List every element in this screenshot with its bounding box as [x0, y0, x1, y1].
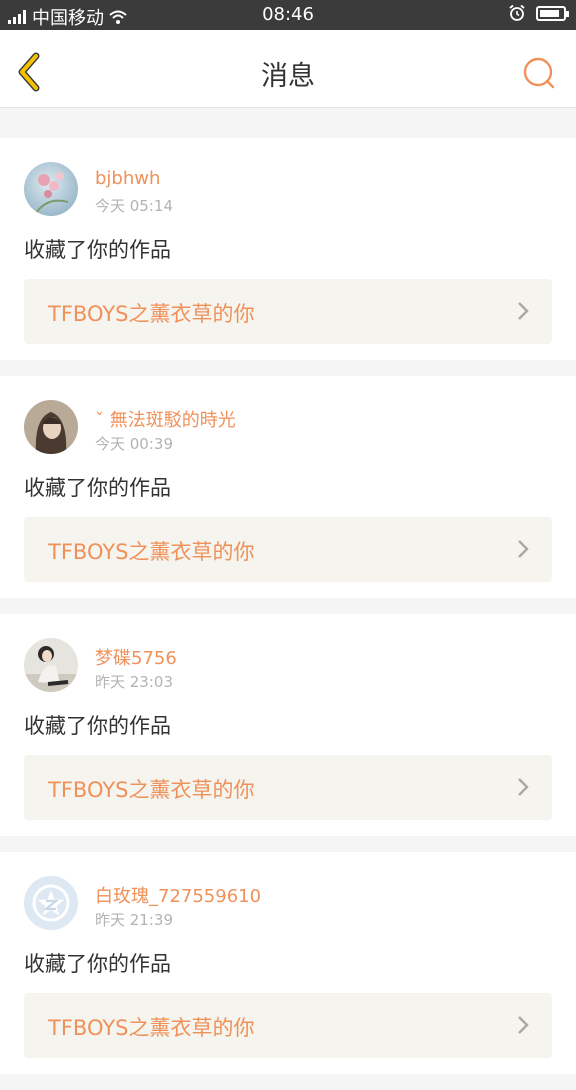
username[interactable]: ˇ 無法斑駁的時光 — [95, 406, 236, 432]
work-link[interactable]: TFBOYS之薰衣草的你 — [24, 993, 552, 1058]
work-title: TFBOYS之薰衣草的你 — [48, 540, 255, 564]
chevron-right-icon — [518, 1016, 529, 1034]
message-list: bjbhwh 今天 05:14 收藏了你的作品 TFBOYS之薰衣草的你 ˇ 無… — [0, 124, 576, 1090]
message-time: 昨天 21:39 — [95, 911, 173, 929]
girl-sitting-photo-image — [24, 638, 78, 692]
message-time: 今天 00:39 — [95, 435, 173, 453]
chevron-left-icon — [18, 52, 40, 92]
alarm-icon — [509, 4, 525, 21]
work-title: TFBOYS之薰衣草的你 — [48, 302, 255, 326]
action-text: 收藏了你的作品 — [24, 714, 171, 738]
work-title: TFBOYS之薰衣草的你 — [48, 778, 255, 802]
message-card: ˇ 無法斑駁的時光 今天 00:39 收藏了你的作品 TFBOYS之薰衣草的你 — [0, 376, 576, 598]
message-time: 昨天 23:03 — [95, 673, 173, 691]
work-link[interactable]: TFBOYS之薰衣草的你 — [24, 517, 552, 582]
avatar[interactable] — [24, 162, 78, 216]
avatar[interactable] — [24, 876, 78, 930]
work-link[interactable]: TFBOYS之薰衣草的你 — [24, 755, 552, 820]
action-text: 收藏了你的作品 — [24, 238, 171, 262]
status-right — [508, 4, 569, 22]
username[interactable]: 白玫瑰_727559610 — [95, 882, 261, 908]
action-text: 收藏了你的作品 — [24, 952, 171, 976]
username[interactable]: 梦碟5756 — [95, 644, 177, 670]
search-button[interactable] — [522, 56, 556, 90]
action-text: 收藏了你的作品 — [24, 476, 171, 500]
flower-photo-image — [24, 162, 78, 216]
chevron-right-icon — [518, 302, 529, 320]
message-card: 白玫瑰_727559610 昨天 21:39 收藏了你的作品 TFBOYS之薰衣… — [0, 852, 576, 1074]
work-title: TFBOYS之薰衣草的你 — [48, 1016, 255, 1040]
nav-bar: 消息 — [0, 30, 576, 108]
battery-icon — [536, 5, 569, 21]
message-time: 今天 05:14 — [95, 197, 173, 215]
chevron-right-icon — [518, 540, 529, 558]
message-card: 梦碟5756 昨天 23:03 收藏了你的作品 TFBOYS之薰衣草的你 — [0, 614, 576, 836]
avatar[interactable] — [24, 400, 78, 454]
status-bar: 中国移动 08:46 — [0, 0, 576, 30]
battery-fill — [540, 9, 559, 17]
username[interactable]: bjbhwh — [95, 168, 160, 189]
avatar[interactable] — [24, 638, 78, 692]
message-card: bjbhwh 今天 05:14 收藏了你的作品 TFBOYS之薰衣草的你 — [0, 138, 576, 360]
chevron-right-icon — [518, 778, 529, 796]
back-button[interactable] — [14, 52, 48, 92]
page-title: 消息 — [261, 61, 315, 92]
status-time: 08:46 — [262, 4, 314, 25]
work-link[interactable]: TFBOYS之薰衣草的你 — [24, 279, 552, 344]
girl-photo-image — [24, 400, 78, 454]
search-icon — [523, 57, 555, 89]
default-avatar-icon — [24, 876, 78, 930]
